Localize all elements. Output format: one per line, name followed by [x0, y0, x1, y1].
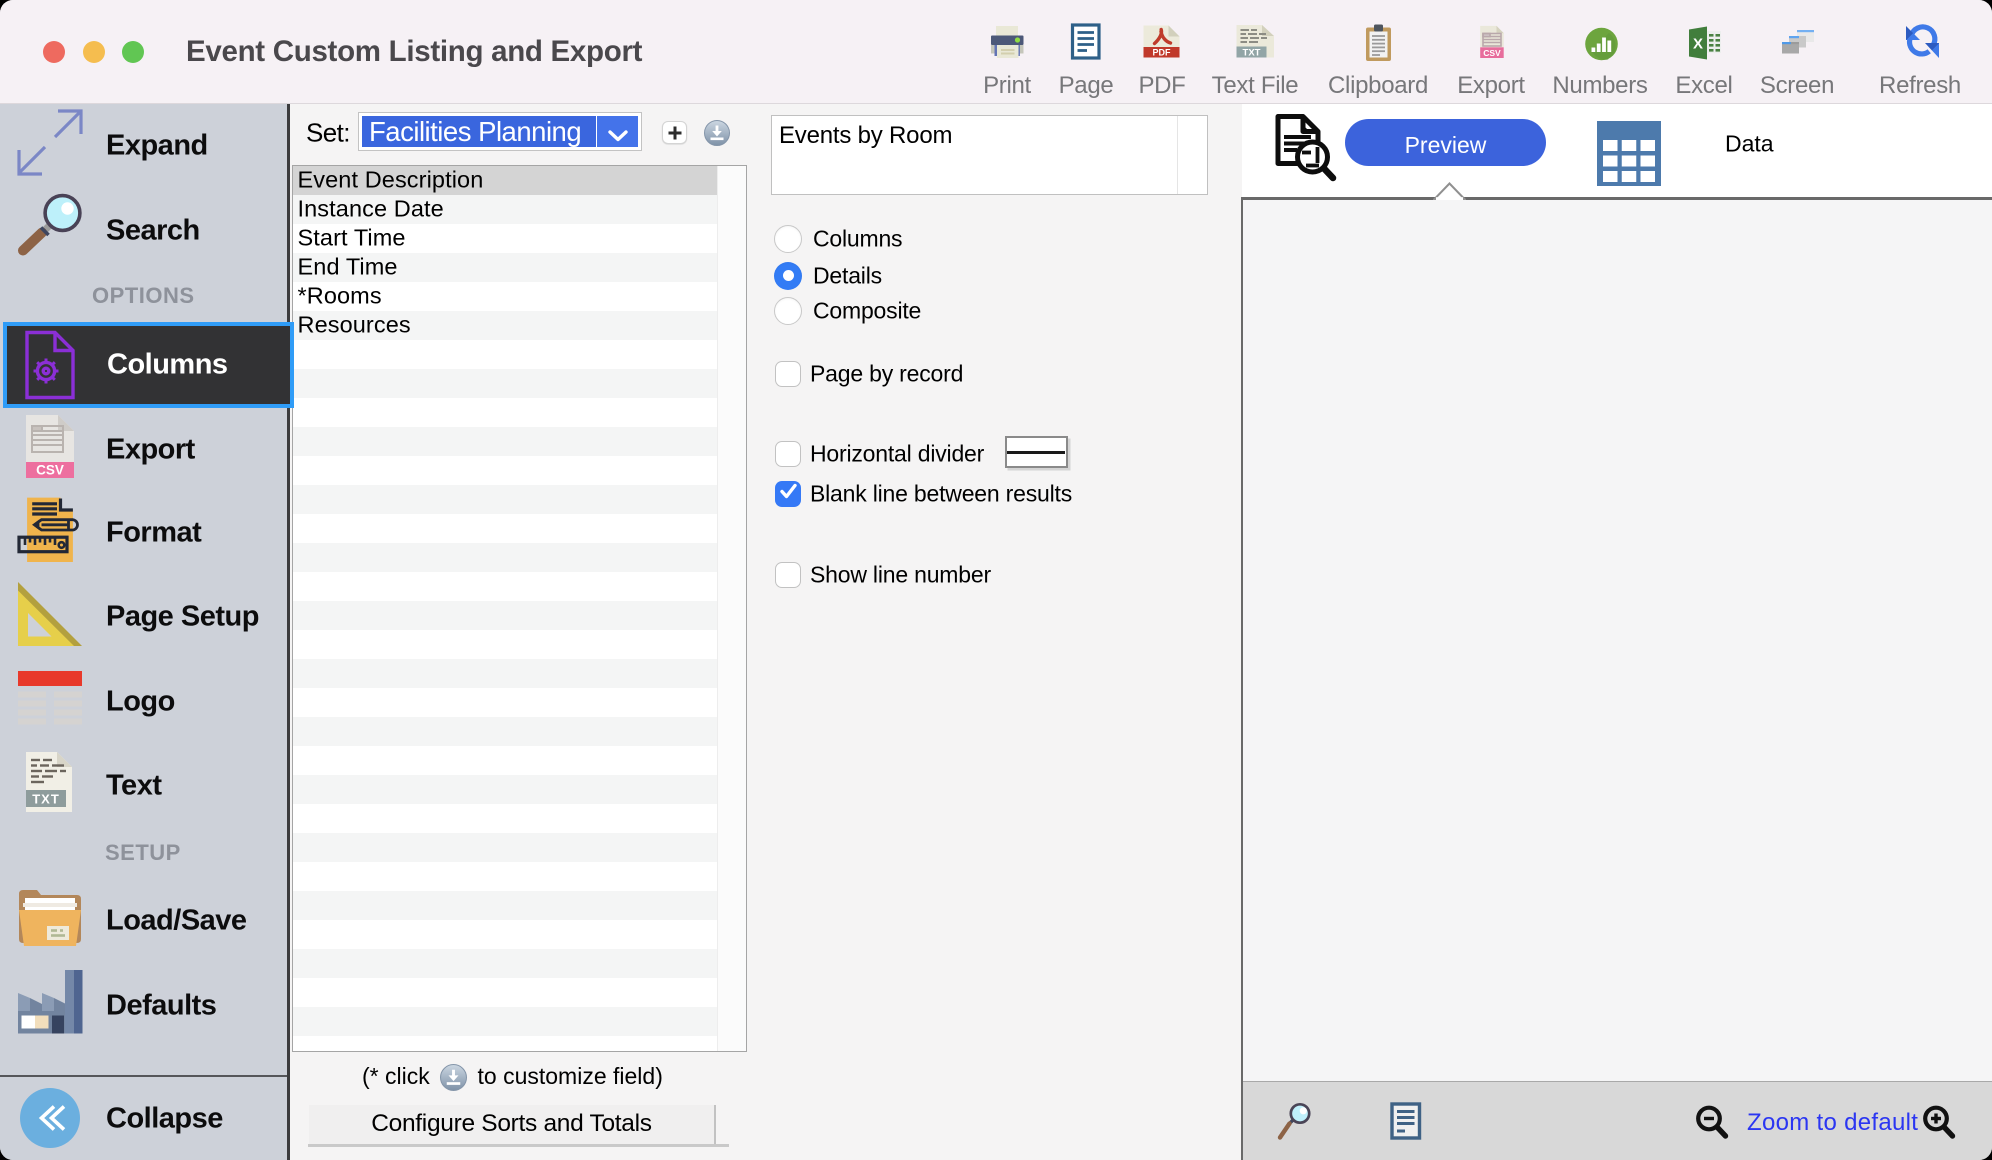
svg-text:PDF: PDF	[1153, 48, 1172, 58]
svg-text:CSV: CSV	[1483, 48, 1501, 58]
svg-text:TXT: TXT	[1243, 47, 1261, 58]
svg-text:X: X	[1693, 36, 1703, 53]
svg-text:TXT: TXT	[32, 792, 60, 807]
svg-text:CSV: CSV	[36, 463, 64, 478]
